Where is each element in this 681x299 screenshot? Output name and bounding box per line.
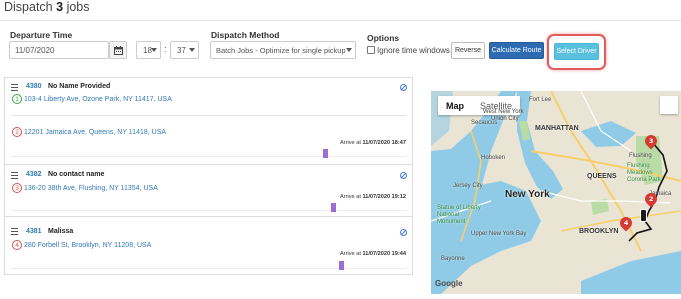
- map-label: Union City: [491, 116, 519, 122]
- job-name: Malissa: [48, 228, 74, 235]
- map-label: Upper New York Bay: [471, 231, 527, 237]
- no-route-icon[interactable]: [400, 84, 407, 91]
- calculate-route-button[interactable]: Calculate Route: [489, 42, 544, 59]
- select-driver-button[interactable]: Select Driver: [554, 43, 599, 60]
- job-id[interactable]: 4381: [26, 228, 42, 235]
- chevron-down-icon: [189, 48, 195, 52]
- route-map[interactable]: Map Satellite Secaucus Union City Fort L…: [431, 91, 681, 294]
- drag-handle-icon[interactable]: [11, 172, 18, 181]
- stop-address-link[interactable]: 280 Forbell St, Brooklyn, NY 11208, USA: [24, 242, 151, 249]
- dispatch-page: Dispatch 3 jobs Departure Time 11/07/202…: [0, 0, 681, 299]
- arrive-time: 11/07/2020 18:47: [362, 140, 406, 146]
- dispatch-method-select[interactable]: Batch Jobs - Optimize for single pickup: [210, 41, 356, 59]
- stop-row: 3 136-20 38th Ave, Flushing, NY 11354, U…: [12, 183, 158, 193]
- stop-row: 4 280 Forbell St, Brooklyn, NY 11208, US…: [12, 240, 151, 250]
- page-title: Dispatch 3 jobs: [4, 0, 90, 14]
- arrive-prefix: Arrive at: [340, 194, 361, 200]
- ignore-time-windows-label: Ignore time windows: [377, 46, 450, 55]
- title-suffix: jobs: [66, 0, 90, 14]
- stop-number: 2: [12, 127, 22, 137]
- chevron-down-icon: [151, 48, 157, 52]
- drag-handle-icon[interactable]: [11, 228, 18, 237]
- map-label: Statue of Liberty National Monument: [437, 205, 481, 225]
- reverse-button[interactable]: Reverse: [451, 42, 485, 59]
- car-icon: [640, 209, 647, 222]
- arrive-time: 11/07/2020 19:12: [362, 194, 406, 200]
- ignore-time-windows-checkbox[interactable]: [367, 46, 375, 54]
- map-tab[interactable]: Map: [438, 96, 472, 115]
- fullscreen-button[interactable]: [660, 96, 678, 114]
- timeline-marker: [338, 261, 344, 270]
- divider: [11, 115, 406, 116]
- dispatch-method-label: Dispatch Method: [211, 30, 280, 40]
- map-label: Hoboken: [481, 155, 506, 161]
- arrival-timeline: [11, 261, 406, 270]
- title-divider: [0, 20, 681, 21]
- map-label: New York: [505, 189, 550, 200]
- job-card[interactable]: 4382 No contact name 3 136-20 38th Ave, …: [5, 166, 412, 217]
- minute-value: 37: [177, 45, 186, 55]
- dispatch-method-value: Batch Jobs - Optimize for single pickup: [216, 45, 346, 55]
- stop-address-link[interactable]: 103-4 Liberty Ave, Ozone Park, NY 11417,…: [24, 96, 172, 103]
- stop-address-link[interactable]: 12201 Jamaica Ave, Queens, NY 11418, USA: [24, 129, 166, 136]
- job-name: No Name Provided: [48, 83, 111, 90]
- stop-number: 3: [12, 183, 22, 193]
- time-separator: :: [164, 44, 167, 54]
- stop-number: 1: [12, 94, 22, 104]
- arrival-text: Arrive at 11/07/2020 19:44: [340, 251, 406, 257]
- map-label: Flushing: [629, 153, 652, 159]
- map-label: Bayonne: [441, 256, 465, 262]
- departure-date-value: 11/07/2020: [15, 45, 55, 55]
- map-label: Flushing Meadows Corona Park: [627, 163, 661, 183]
- options-label: Options: [367, 33, 400, 43]
- departure-date-input[interactable]: 11/07/2020: [9, 41, 109, 59]
- map-label: Jersey City: [453, 183, 483, 189]
- stop-row: 1 103-4 Liberty Ave, Ozone Park, NY 1141…: [12, 94, 172, 104]
- arrival-timeline: [11, 149, 406, 158]
- map-label: BROOKLYN: [579, 228, 619, 235]
- job-id[interactable]: 4380: [26, 83, 42, 90]
- google-logo: Google: [435, 279, 463, 288]
- map-label: QUEENS: [587, 173, 617, 180]
- stop-number: 4: [12, 240, 22, 250]
- drag-handle-icon[interactable]: [11, 84, 18, 93]
- calendar-button[interactable]: [109, 41, 127, 59]
- arrival-text: Arrive at 11/07/2020 19:12: [340, 194, 406, 200]
- map-label: West New York: [483, 109, 524, 115]
- job-card[interactable]: 4380 No Name Provided 1 103-4 Liberty Av…: [5, 78, 412, 165]
- map-label: MANHATTAN: [535, 125, 579, 132]
- no-route-icon[interactable]: [400, 172, 407, 179]
- arrive-prefix: Arrive at: [340, 251, 361, 257]
- stop-address-link[interactable]: 136-20 38th Ave, Flushing, NY 11354, USA: [24, 185, 158, 192]
- arrive-time: 11/07/2020 19:44: [362, 251, 406, 257]
- chevron-down-icon: [346, 48, 352, 52]
- arrive-prefix: Arrive at: [340, 140, 361, 146]
- hour-select[interactable]: 18: [136, 41, 161, 59]
- job-id[interactable]: 4382: [26, 171, 42, 178]
- timeline-marker: [330, 203, 336, 212]
- map-label: Fort Lee: [529, 97, 552, 103]
- stop-row: 2 12201 Jamaica Ave, Queens, NY 11418, U…: [12, 127, 166, 137]
- no-route-icon[interactable]: [400, 229, 407, 236]
- job-card[interactable]: 4381 Malissa 4 280 Forbell St, Brooklyn,…: [5, 218, 412, 274]
- job-name: No contact name: [48, 171, 105, 178]
- calendar-icon: [113, 45, 123, 55]
- title-prefix: Dispatch: [4, 0, 53, 14]
- departure-time-label: Departure Time: [10, 30, 73, 40]
- minute-select[interactable]: 37: [170, 41, 199, 59]
- timeline-marker: [323, 149, 329, 158]
- arrival-timeline: [11, 203, 406, 212]
- arrival-text: Arrive at 11/07/2020 18:47: [340, 140, 406, 146]
- job-count: 3: [56, 0, 64, 14]
- map-tiles: [431, 91, 681, 294]
- job-list: 4380 No Name Provided 1 103-4 Liberty Av…: [4, 77, 413, 275]
